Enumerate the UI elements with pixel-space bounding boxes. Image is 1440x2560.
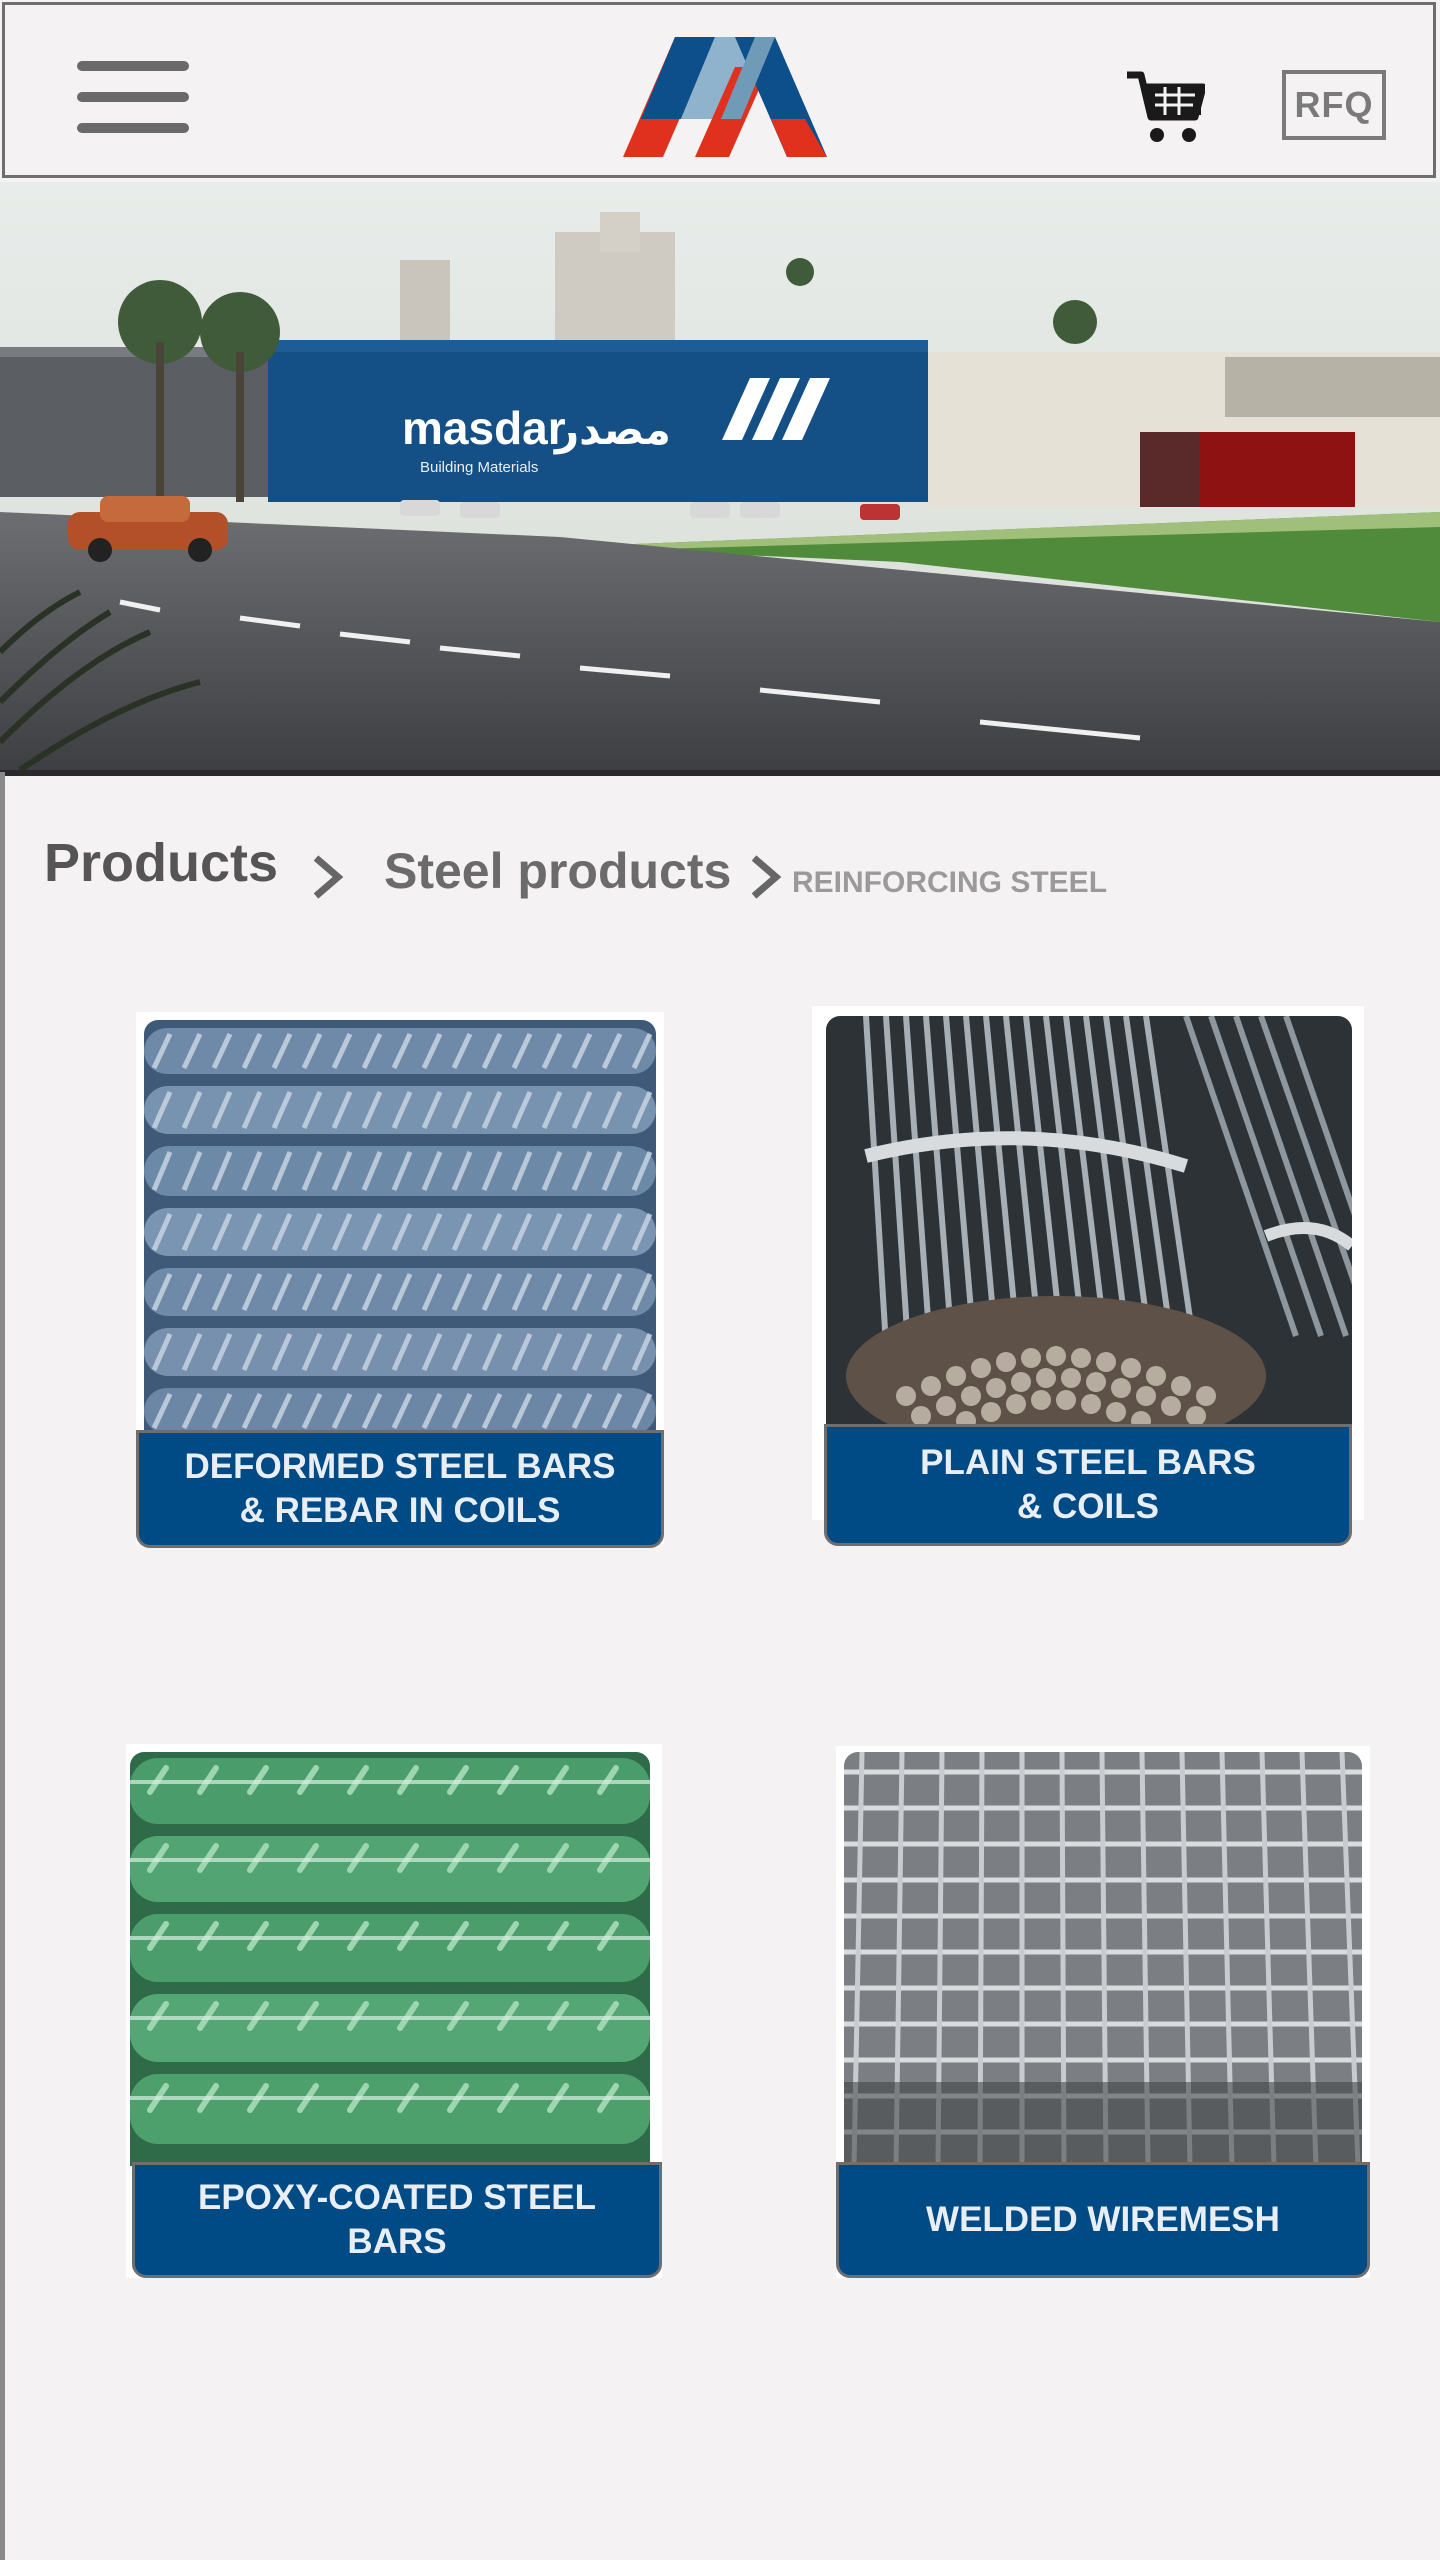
hero-sign-arabic: مصدر (553, 405, 671, 454)
hamburger-menu-icon[interactable] (77, 61, 189, 133)
product-card-plain-steel[interactable]: PLAIN STEEL BARS & COILS (812, 1006, 1364, 1546)
hero-banner: masdar مصدر Building Materials (0, 182, 1440, 776)
masdar-logo-icon[interactable] (623, 37, 827, 157)
deformed-steel-image (144, 1020, 656, 1436)
epoxy-coated-image (130, 1752, 650, 2166)
breadcrumb-products-link[interactable]: Products (44, 832, 278, 894)
product-label-plain-steel[interactable]: PLAIN STEEL BARS & COILS (824, 1424, 1352, 1546)
product-label-deformed-steel[interactable]: DEFORMED STEEL BARS & REBAR IN COILS (136, 1430, 664, 1548)
hero-image: masdar مصدر Building Materials (0, 182, 1440, 770)
product-label-epoxy-coated[interactable]: EPOXY-COATED STEEL BARS (132, 2162, 662, 2278)
breadcrumb-current-page: REINFORCING STEEL (792, 866, 1108, 899)
rfq-button[interactable]: RFQ (1282, 70, 1386, 140)
top-header: RFQ (2, 2, 1436, 178)
hero-sign-text: masdar (402, 402, 566, 454)
product-card-epoxy-coated[interactable]: EPOXY-COATED STEEL BARS (126, 1744, 662, 2278)
hero-sign-sub: Building Materials (420, 459, 538, 476)
product-label-welded-wiremesh[interactable]: WELDED WIREMESH (836, 2162, 1370, 2278)
product-card-deformed-steel[interactable]: DEFORMED STEEL BARS & REBAR IN COILS (136, 1012, 664, 1548)
page-left-border (0, 772, 5, 2560)
product-card-welded-wiremesh[interactable]: WELDED WIREMESH (836, 1746, 1370, 2278)
shopping-cart-icon[interactable] (1125, 69, 1205, 145)
chevron-right-icon (313, 855, 344, 899)
chevron-right-icon (751, 855, 782, 899)
plain-steel-image (826, 1016, 1352, 1434)
breadcrumb-steel-products-link[interactable]: Steel products (384, 842, 731, 900)
welded-wiremesh-image (844, 1752, 1362, 2166)
